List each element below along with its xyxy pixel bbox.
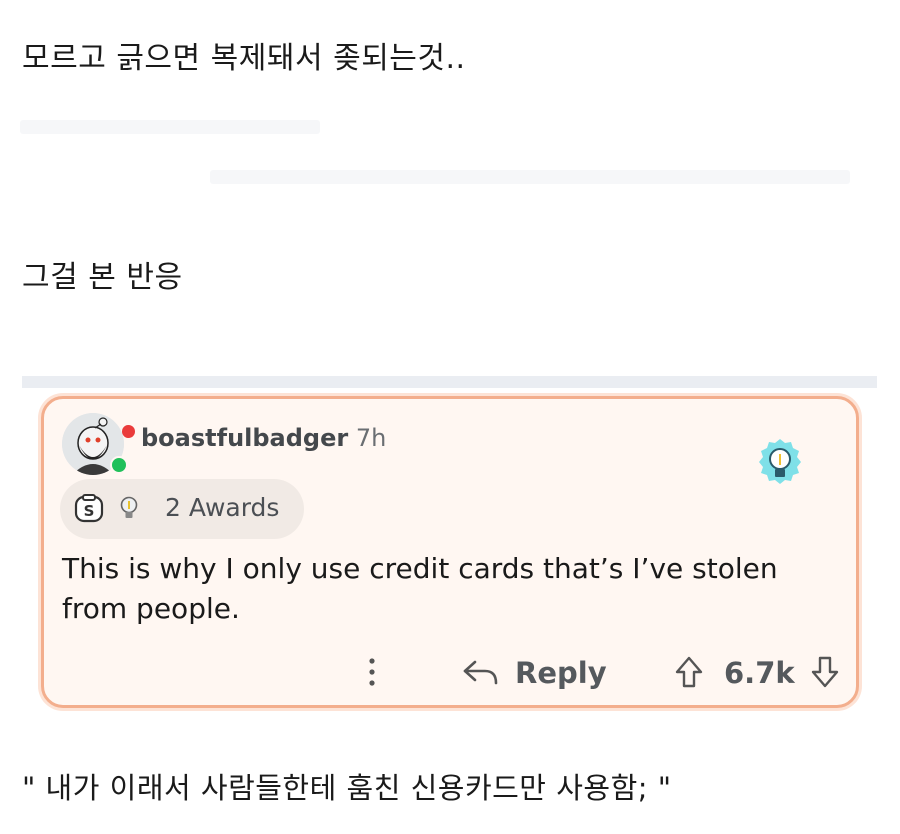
vote-count: 6.7k bbox=[724, 656, 795, 690]
screenshot-top-edge bbox=[22, 376, 877, 388]
notification-dot bbox=[122, 425, 135, 438]
post-text-line-3: " 내가 이래서 사람들한테 훔친 신용카드만 사용함; " bbox=[22, 771, 672, 805]
reply-icon[interactable] bbox=[461, 657, 499, 687]
awards-count: 2 Awards bbox=[165, 493, 280, 522]
small-lightbulb-icon bbox=[118, 495, 140, 523]
awards-pill[interactable]: S 2 Awards bbox=[60, 479, 304, 539]
username[interactable]: boastfulbadger bbox=[141, 424, 348, 452]
comment-actions: Reply 6.7k bbox=[44, 647, 856, 697]
comment-body: This is why I only use credit cards that… bbox=[62, 552, 778, 625]
faint-artifact bbox=[210, 170, 850, 184]
post-text-line-2: 그걸 본 반응 bbox=[22, 260, 183, 295]
downvote-icon[interactable] bbox=[810, 655, 840, 689]
reddit-comment-card: boastfulbadger 7h S 2 Awards This is why… bbox=[41, 396, 859, 708]
svg-text:S: S bbox=[84, 502, 95, 520]
reply-button[interactable]: Reply bbox=[515, 656, 607, 690]
post-text-line-1: 모르고 긁으면 복제돼서 좆되는것.. bbox=[22, 41, 466, 76]
comment-age: 7h bbox=[355, 424, 387, 452]
coin-award-icon: S bbox=[74, 494, 104, 524]
comment-meta: boastfulbadger 7h bbox=[141, 424, 386, 452]
upvote-icon[interactable] bbox=[674, 655, 704, 689]
online-dot bbox=[110, 456, 128, 474]
more-options-icon[interactable] bbox=[369, 655, 375, 689]
lightbulb-award-icon[interactable] bbox=[757, 437, 803, 491]
faint-artifact bbox=[20, 120, 320, 134]
